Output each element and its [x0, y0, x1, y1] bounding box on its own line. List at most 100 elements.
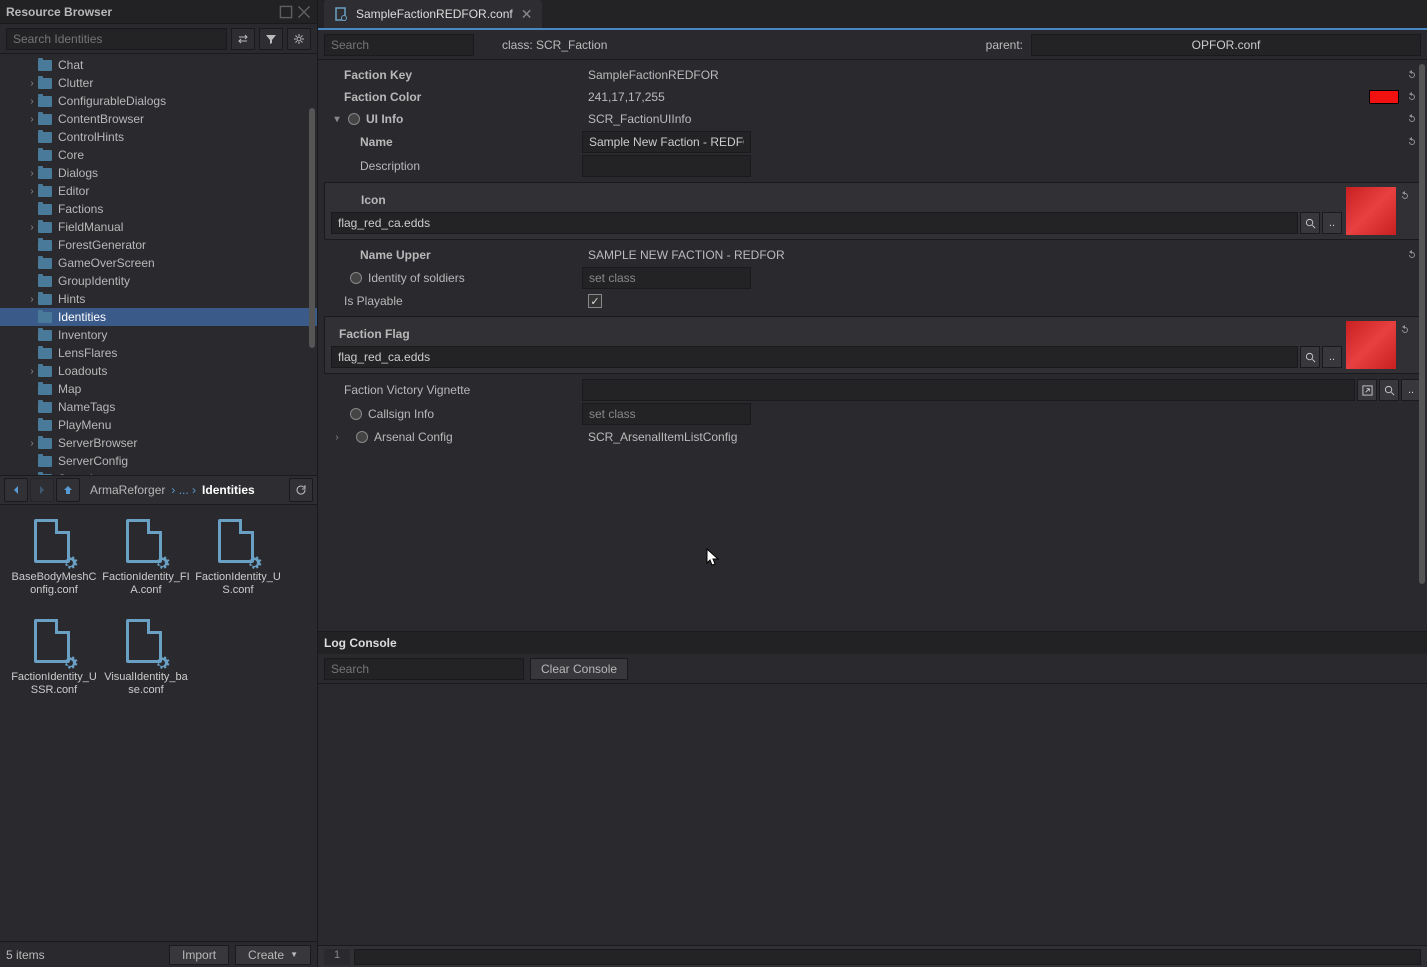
tree-item-inventory[interactable]: Inventory — [0, 326, 317, 344]
callsign-label: Callsign Info — [324, 407, 582, 421]
file-item[interactable]: BaseBodyMeshConfig.conf — [10, 515, 98, 611]
tree-item-nametags[interactable]: NameTags — [0, 398, 317, 416]
nav-back-button[interactable] — [4, 478, 28, 502]
folder-icon — [38, 114, 52, 125]
folder-icon — [38, 402, 52, 413]
folder-icon — [38, 456, 52, 467]
restore-icon[interactable] — [279, 5, 293, 19]
search-asset-icon[interactable] — [1300, 346, 1320, 368]
tree-item-serverbrowser[interactable]: ›ServerBrowser — [0, 434, 317, 452]
close-panel-icon[interactable] — [297, 5, 311, 19]
faction-color-value[interactable]: 241,17,17,255 — [582, 90, 1369, 104]
tab-close-icon[interactable]: ✕ — [521, 6, 533, 23]
tree-item-contentbrowser[interactable]: ›ContentBrowser — [0, 110, 317, 128]
tree-item-label: Map — [58, 382, 81, 396]
nav-up-button[interactable] — [56, 478, 80, 502]
filter-button[interactable] — [259, 28, 283, 50]
item-count: 5 items — [6, 948, 45, 962]
tree-item-playmenu[interactable]: PlayMenu — [0, 416, 317, 434]
file-item[interactable]: FactionIdentity_USSR.conf — [10, 615, 98, 711]
tree-item-sounds[interactable]: ›Sounds — [0, 470, 317, 475]
tree-item-forestgenerator[interactable]: ForestGenerator — [0, 236, 317, 254]
tree-item-fieldmanual[interactable]: ›FieldManual — [0, 218, 317, 236]
log-search-input[interactable] — [324, 658, 524, 680]
description-input[interactable] — [582, 155, 751, 177]
parent-label: parent: — [986, 38, 1023, 52]
resource-tree[interactable]: Chat›Clutter›ConfigurableDialogs›Content… — [0, 54, 317, 475]
search-asset-icon[interactable] — [1300, 212, 1320, 234]
file-item[interactable]: VisualIdentity_base.conf — [102, 615, 190, 711]
vignette-label: Faction Victory Vignette — [324, 383, 582, 397]
tree-item-configurabledialogs[interactable]: ›ConfigurableDialogs — [0, 92, 317, 110]
tree-item-core[interactable]: Core — [0, 146, 317, 164]
tree-item-dialogs[interactable]: ›Dialogs — [0, 164, 317, 182]
radio-icon[interactable] — [348, 113, 360, 125]
faction-key-value[interactable]: SampleFactionREDFOR — [582, 68, 1403, 82]
reset-icon[interactable] — [1403, 110, 1421, 128]
tree-item-clutter[interactable]: ›Clutter — [0, 74, 317, 92]
search-identities-input[interactable] — [6, 28, 227, 50]
file-grid[interactable]: BaseBodyMeshConfig.confFactionIdentity_F… — [0, 505, 317, 942]
identity-label: Identity of soldiers — [324, 271, 582, 285]
tree-item-controlhints[interactable]: ControlHints — [0, 128, 317, 146]
property-search-input[interactable] — [324, 34, 474, 56]
tree-item-editor[interactable]: ›Editor — [0, 182, 317, 200]
reset-icon[interactable] — [1403, 66, 1421, 84]
ui-info-label[interactable]: ▾UI Info — [324, 112, 582, 126]
tree-item-gameoverscreen[interactable]: GameOverScreen — [0, 254, 317, 272]
tree-scrollbar[interactable] — [309, 108, 315, 348]
log-command-input[interactable] — [354, 949, 1421, 965]
vignette-input[interactable] — [582, 379, 1355, 401]
parent-input[interactable] — [1031, 34, 1421, 56]
browse-asset-icon[interactable]: .. — [1401, 379, 1421, 401]
search-asset-icon[interactable] — [1379, 379, 1399, 401]
breadcrumb[interactable]: ArmaReforger › ... › Identities — [82, 483, 287, 497]
tree-item-identities[interactable]: Identities — [0, 308, 317, 326]
tree-item-factions[interactable]: Factions — [0, 200, 317, 218]
name-input[interactable] — [582, 131, 751, 153]
nav-forward-button[interactable] — [30, 478, 54, 502]
radio-icon[interactable] — [350, 272, 362, 284]
browse-asset-icon[interactable]: .. — [1322, 212, 1342, 234]
swap-button[interactable] — [231, 28, 255, 50]
file-name: FactionIdentity_USSR.conf — [10, 671, 98, 697]
reset-icon[interactable] — [1396, 321, 1414, 339]
identity-input[interactable] — [582, 267, 751, 289]
playable-checkbox[interactable] — [588, 294, 602, 308]
flag-path-input[interactable] — [331, 346, 1298, 368]
icon-path-input[interactable] — [331, 212, 1298, 234]
nav-refresh-button[interactable] — [289, 478, 313, 502]
tree-item-label: LensFlares — [58, 346, 117, 360]
reset-icon[interactable] — [1403, 133, 1421, 151]
tree-item-label: Inventory — [58, 328, 107, 342]
ui-info-value[interactable]: SCR_FactionUIInfo — [582, 112, 1403, 126]
folder-icon — [38, 366, 52, 377]
folder-icon — [38, 294, 52, 305]
tree-item-groupidentity[interactable]: GroupIdentity — [0, 272, 317, 290]
folder-icon — [38, 186, 52, 197]
tree-item-serverconfig[interactable]: ServerConfig — [0, 452, 317, 470]
reset-icon[interactable] — [1396, 187, 1414, 205]
file-item[interactable]: FactionIdentity_FIA.conf — [102, 515, 190, 611]
tree-item-hints[interactable]: ›Hints — [0, 290, 317, 308]
file-item[interactable]: FactionIdentity_US.conf — [194, 515, 282, 611]
reset-icon[interactable] — [1403, 88, 1421, 106]
open-icon[interactable] — [1357, 379, 1377, 401]
callsign-input[interactable] — [582, 403, 751, 425]
tree-item-loadouts[interactable]: ›Loadouts — [0, 362, 317, 380]
settings-button[interactable] — [287, 28, 311, 50]
radio-icon[interactable] — [356, 431, 368, 443]
reset-icon[interactable] — [1403, 246, 1421, 264]
tree-item-map[interactable]: Map — [0, 380, 317, 398]
create-button[interactable]: Create▼ — [235, 945, 311, 965]
import-button[interactable]: Import — [169, 945, 229, 965]
tree-item-lensflares[interactable]: LensFlares — [0, 344, 317, 362]
browse-asset-icon[interactable]: .. — [1322, 346, 1342, 368]
tab-sample-faction[interactable]: SampleFactionREDFOR.conf ✕ — [324, 0, 542, 28]
radio-icon[interactable] — [350, 408, 362, 420]
arsenal-label[interactable]: ›Arsenal Config — [324, 430, 582, 444]
clear-console-button[interactable]: Clear Console — [530, 658, 628, 680]
tree-item-label: Sounds — [58, 472, 99, 475]
tree-item-chat[interactable]: Chat — [0, 56, 317, 74]
color-swatch[interactable] — [1369, 90, 1399, 104]
